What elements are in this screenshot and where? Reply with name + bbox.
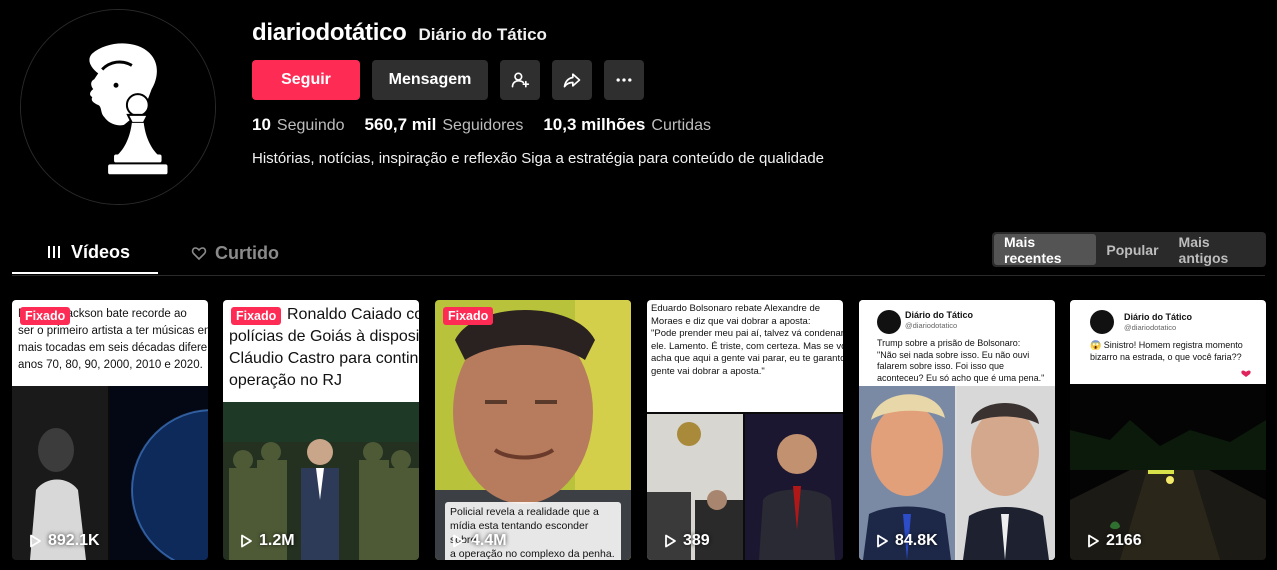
video-headline-line: Eduardo Bolsonaro rebate Alexandre de [651,303,821,314]
view-count-value: 892.1K [48,532,100,549]
liked-heart-icon [191,247,207,261]
video-headline-line: Moraes e diz que vai dobrar a aposta: [651,315,811,327]
post-author-handle: @diariodotatico [905,321,958,330]
video-headline-line: anos 70, 80, 90, 2000, 2010 e 2020. [18,359,203,371]
tabs-divider [12,275,1265,276]
tab-liked-label: Curtido [215,242,279,263]
message-button[interactable]: Mensagem [372,60,488,100]
post-author-name: Diário do Tático [1124,312,1193,322]
view-count: 1.2M [239,532,295,550]
video-headline: Trump sobre a prisão de Bolsonaro: "Não … [877,338,1053,384]
add-friend-icon [511,72,530,88]
likes-count: 10,3 milhões [543,115,646,134]
pinned-badge: Fixado [231,307,282,325]
video-card[interactable]: Diário do Tático @diariodotatico 😱 Sinis… [1070,300,1266,560]
profile-names: diariodotático Diário do Tático [252,19,547,47]
play-icon [241,534,252,548]
video-headline-line: aconteceu? Eu só acho que é uma pena." [877,372,1045,383]
follow-button[interactable]: Seguir [252,60,360,100]
video-headline-line: "Não sei nada sobre isso. Eu não ouvi [877,349,1030,360]
video-headline-line: ser o primeiro artista a ter músicas ent… [18,325,208,337]
video-headline-line: ele. Lamento. É triste, com certeza. Mas… [651,340,843,352]
post-author-handle: @diariodotatico [1124,323,1177,332]
more-icon [616,78,632,82]
video-card[interactable]: Diário do Tático @diariodotatico Trump s… [859,300,1055,560]
view-count: 4.4M [451,532,507,550]
tab-videos-label: Vídeos [71,241,131,262]
view-count-value: 4.4M [471,532,507,549]
video-headline-line: polícias de Goiás à disposição de [229,328,419,345]
video-headline-line: 😱 Sinistro! Homem registra momento [1090,340,1243,350]
pinned-badge: Fixado [20,307,71,325]
likes-label: Curtidas [651,117,711,134]
play-icon [665,534,676,548]
share-icon [563,73,581,88]
video-caption-line: Policial revela a realidade que a [450,506,599,518]
video-card[interactable]: Policial revela a realidade que a mídia … [435,300,631,560]
tab-videos[interactable]: Vídeos [12,232,158,274]
view-count: 892.1K [28,532,100,550]
view-count-value: 2166 [1106,532,1142,549]
sort-option-oldest[interactable]: Mais antigos [1169,234,1264,266]
post-author-name: Diário do Tático [905,310,974,320]
video-thumbnail [1070,300,1266,560]
profile-bio: Histórias, notícias, inspiração e reflex… [252,150,825,167]
chess-knight-logo-icon [21,10,215,204]
tab-liked[interactable]: Curtido [158,232,304,274]
play-icon [30,534,41,548]
nickname: Diário do Tático [418,25,547,44]
following-stat[interactable]: 10 Seguindo [252,115,345,135]
likes-stat: 10,3 milhões Curtidas [543,115,711,135]
video-caption-box: Policial revela a realidade que a mídia … [445,502,621,560]
video-headline: Eduardo Bolsonaro rebate Alexandre de Mo… [651,303,843,378]
add-friend-button[interactable] [500,60,540,100]
video-headline-line: gente vai dobrar a aposta." [651,365,765,377]
video-headline-line: "Pode prender meu pai aí, talvez vá cond… [651,328,843,339]
profile-avatar[interactable] [20,9,216,205]
video-headline-line: Cláudio Castro para continuar com [229,350,419,367]
view-count: 2166 [1086,532,1142,550]
play-icon [877,534,888,548]
view-count: 84.8K [875,532,938,550]
username: diariodotático [252,19,407,46]
video-headline-line: Trump sobre a prisão de Bolsonaro: [877,338,1021,348]
play-icon [1088,534,1099,548]
video-headline-line: acha que aqui a gente vai parar, eu te g… [651,353,843,364]
video-card[interactable]: Michael Jackson bate recorde ao ser o pr… [12,300,208,560]
profile-stats: 10 Seguindo 560,7 mil Seguidores 10,3 mi… [252,115,711,135]
play-icon [453,534,464,548]
share-button[interactable] [552,60,592,100]
view-count-value: 1.2M [259,532,295,549]
profile-tabs: Vídeos Curtido [12,232,304,274]
view-count-value: 84.8K [895,532,938,549]
more-button[interactable] [604,60,644,100]
following-count: 10 [252,115,271,134]
video-headline-line: operação no RJ [229,372,342,389]
followers-stat[interactable]: 560,7 mil Seguidores [365,115,524,135]
video-grid-icon [48,246,60,258]
followers-label: Seguidores [442,117,524,134]
video-card[interactable]: Ronaldo Caiado coloca polícias de Goiás … [223,300,419,560]
sort-option-popular[interactable]: Popular [1096,234,1168,265]
sort-segmented-control: Mais recentes Popular Mais antigos [992,232,1266,267]
video-headline-line: falarem sobre isso. Foi isso que [877,361,1005,371]
video-headline-line: mais tocadas em seis décadas diferentes:… [18,342,208,354]
profile-actions: Seguir Mensagem [252,60,644,100]
pinned-badge: Fixado [443,307,494,325]
video-headline-line: bizarro na estrada, o que você faria?? [1090,351,1242,362]
view-count: 389 [663,532,710,550]
sort-option-recent[interactable]: Mais recentes [994,234,1097,266]
followers-count: 560,7 mil [364,115,437,134]
following-label: Seguindo [276,117,345,134]
video-headline: 😱 Sinistro! Homem registra momento bizar… [1090,340,1264,363]
view-count-value: 389 [683,532,710,549]
video-card[interactable]: Eduardo Bolsonaro rebate Alexandre de Mo… [647,300,843,560]
